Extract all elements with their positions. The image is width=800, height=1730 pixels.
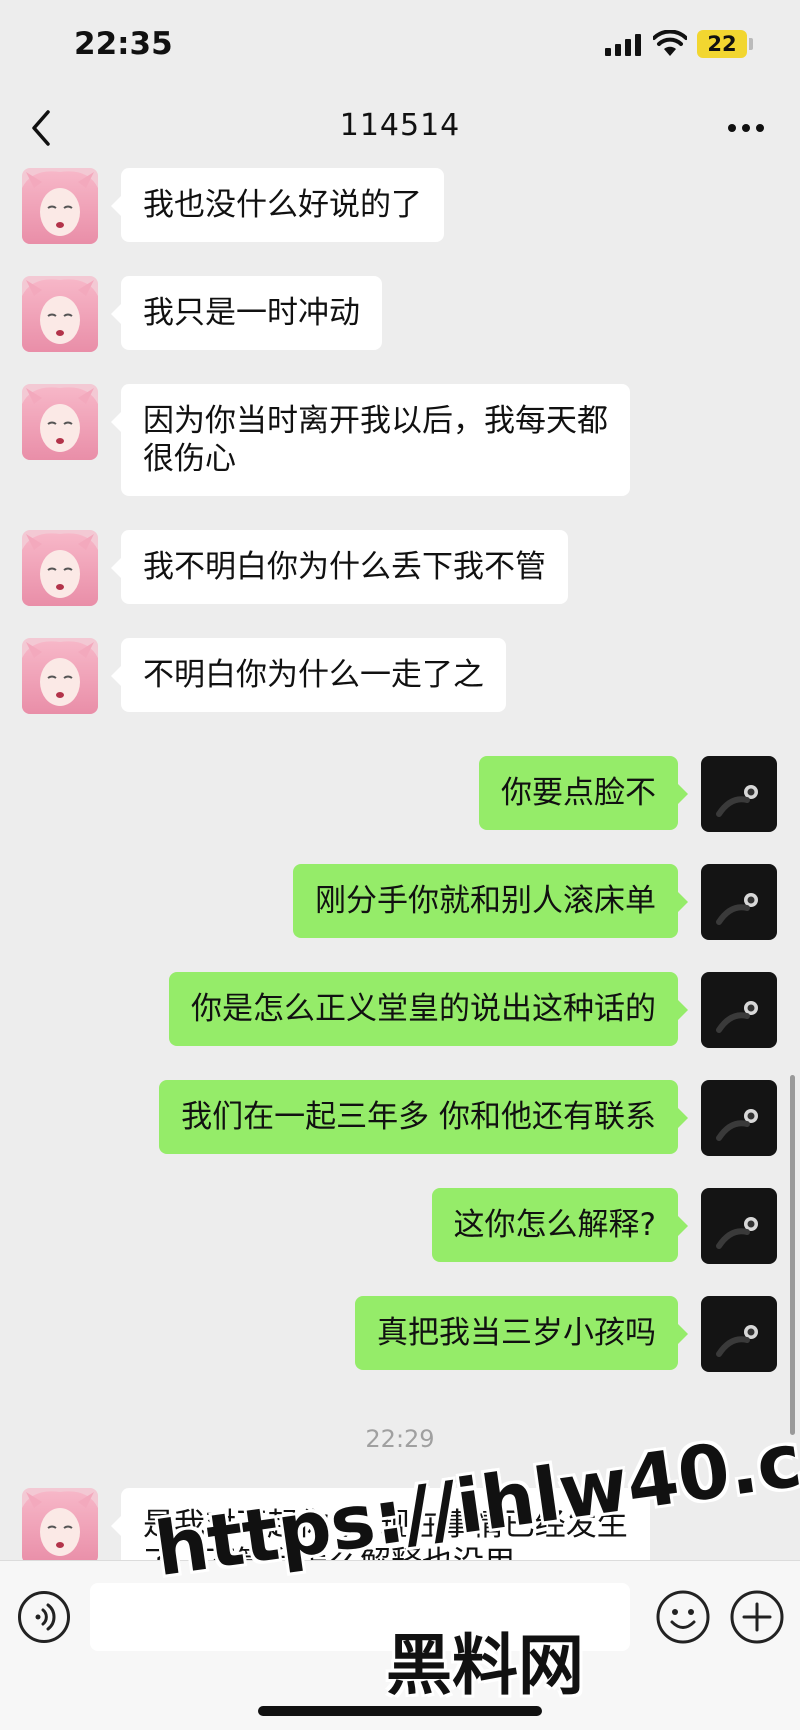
user-avatar[interactable] [701, 1188, 777, 1264]
message-bubble[interactable]: 我们在一起三年多 你和他还有联系 [159, 1080, 688, 1154]
user-avatar[interactable] [701, 972, 777, 1048]
message-bubble[interactable]: 不明白你为什么一走了之 [111, 638, 506, 712]
user-avatar[interactable] [701, 864, 777, 940]
message-bubble[interactable]: 我也没什么好说的了 [111, 168, 444, 242]
message-bubble[interactable]: 因为你当时离开我以后，我每天都 很伤心 [111, 384, 630, 496]
contact-avatar[interactable] [22, 638, 98, 714]
message-bubble[interactable]: 你是怎么正义堂皇的说出这种话的 [169, 972, 688, 1046]
contact-avatar[interactable] [22, 168, 98, 244]
contact-avatar[interactable] [22, 530, 98, 606]
voice-button[interactable] [18, 1591, 70, 1643]
contact-avatar[interactable] [22, 276, 98, 352]
user-avatar[interactable] [701, 1296, 777, 1372]
message-bubble[interactable]: 这你怎么解释? [431, 1188, 689, 1262]
status-time: 22:35 [74, 26, 173, 62]
message-bubble[interactable]: 我只是一时冲动 [111, 276, 382, 350]
user-avatar[interactable] [701, 1080, 777, 1156]
chat-title: 114514 [339, 108, 461, 143]
home-indicator[interactable] [258, 1706, 542, 1716]
message-bubble[interactable]: 真把我当三岁小孩吗 [355, 1296, 688, 1370]
user-avatar[interactable] [701, 756, 777, 832]
contact-avatar[interactable] [22, 384, 98, 460]
emoji-icon[interactable] [655, 1589, 711, 1645]
message-bubble[interactable]: 刚分手你就和别人滚床单 [293, 864, 688, 938]
ellipsis-icon[interactable] [726, 120, 766, 136]
watermark-name: 黑料网 [386, 1627, 584, 1704]
message-bubble[interactable]: 你要点脸不 [479, 756, 688, 830]
plus-circle-icon[interactable] [729, 1589, 785, 1645]
scrollbar[interactable] [790, 1075, 795, 1435]
cellular-signal-icon [605, 34, 641, 56]
battery-icon: 22 [697, 30, 747, 58]
battery-level: 22 [707, 32, 737, 56]
message-list[interactable]: 我也没什么好说的了 我只是一时冲动 因为你当时离开我以后，我每天都 很伤心 我不… [0, 160, 800, 1560]
battery-tip [749, 38, 753, 50]
wifi-icon [653, 30, 687, 56]
status-bar: 22:35 22 [0, 0, 800, 90]
voice-icon [35, 1603, 56, 1631]
contact-avatar[interactable] [22, 1488, 98, 1560]
message-bubble[interactable]: 我不明白你为什么丢下我不管 [111, 530, 568, 604]
